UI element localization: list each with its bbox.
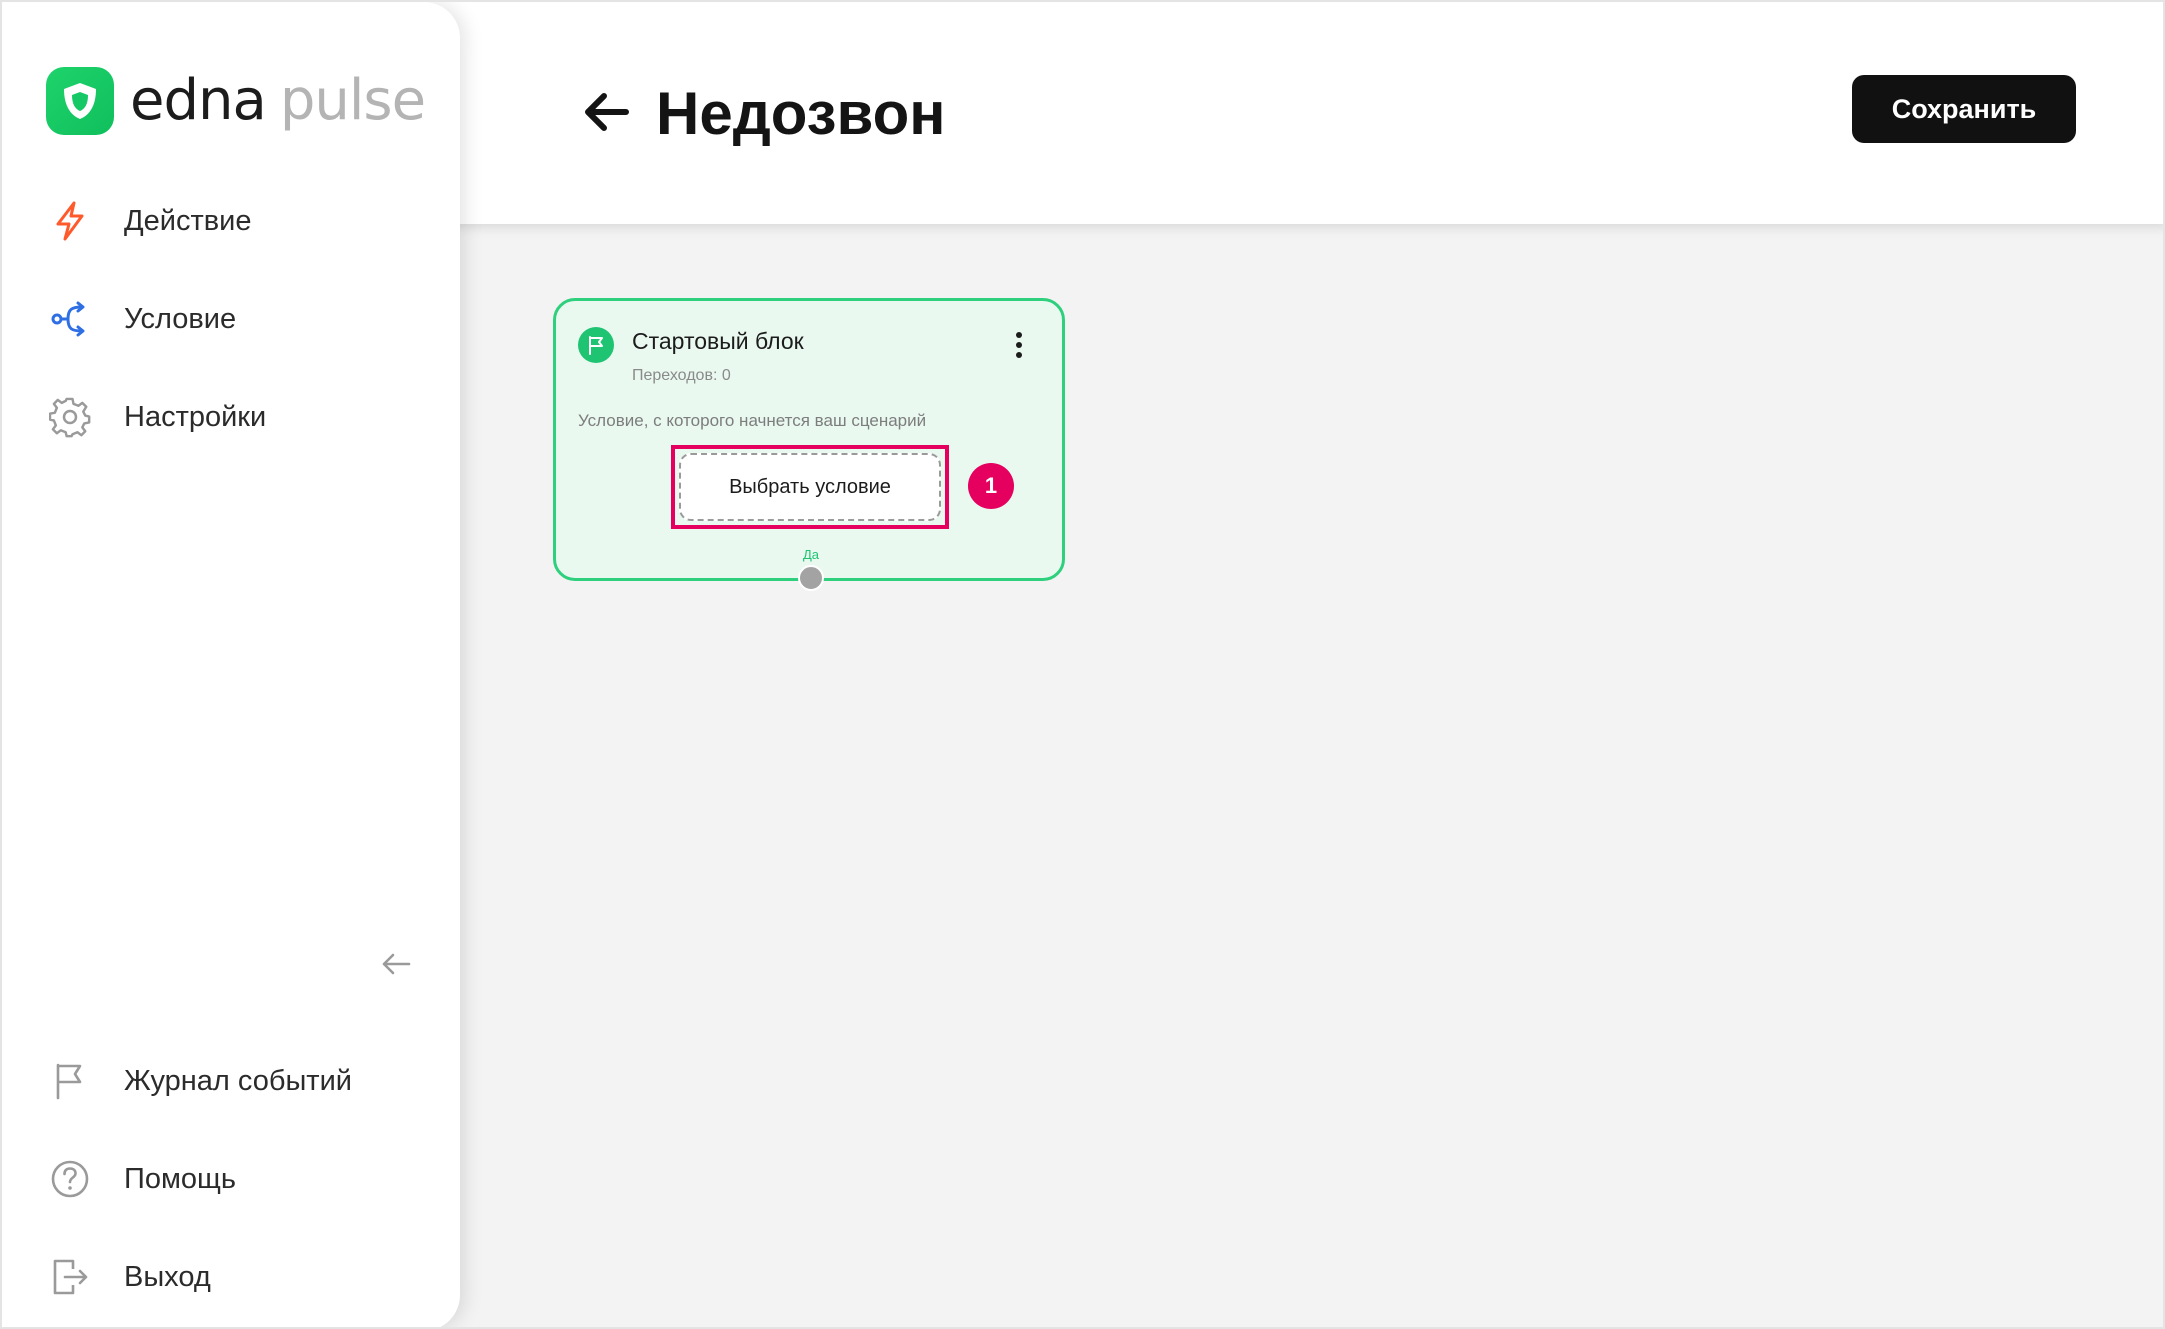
block-title: Стартовый блок — [632, 328, 804, 354]
sidebar: edna pulse Действие Условие Настройки Жу… — [2, 2, 460, 1327]
logout-icon — [48, 1255, 92, 1299]
sidebar-nav-bottom: Журнал событий Помощь Выход — [2, 1032, 460, 1326]
block-transitions: Переходов: 0 — [632, 367, 731, 384]
start-block[interactable]: Стартовый блок Переходов: 0 Условие, с к… — [553, 298, 1065, 591]
sidebar-item-label: Условие — [124, 302, 237, 335]
port-label: Да — [802, 547, 820, 562]
sidebar-item-label: Помощь — [124, 1162, 237, 1195]
annotation-badge: 1 — [968, 463, 1014, 509]
flag-icon — [48, 1059, 92, 1103]
save-button[interactable]: Сохранить — [1852, 75, 2076, 143]
sidebar-item-logout[interactable]: Выход — [2, 1228, 460, 1326]
page-header: Недозвон Сохранить — [422, 2, 2163, 224]
more-vertical-icon[interactable] — [1004, 327, 1034, 363]
arrow-left-icon — [582, 90, 630, 139]
sidebar-item-settings[interactable]: Настройки — [2, 368, 460, 466]
help-icon — [48, 1157, 92, 1201]
sidebar-item-label: Журнал событий — [124, 1064, 352, 1097]
arrow-left-icon — [381, 952, 411, 981]
sidebar-item-condition[interactable]: Условие — [2, 270, 460, 368]
sidebar-item-help[interactable]: Помощь — [2, 1130, 460, 1228]
choose-condition-button[interactable]: Выбрать условие — [679, 453, 941, 521]
block-description: Условие, с которого начнется ваш сценари… — [578, 411, 927, 430]
sidebar-item-label: Выход — [124, 1260, 211, 1293]
brand-logo: edna pulse — [46, 66, 426, 136]
collapse-sidebar-button[interactable] — [376, 946, 416, 986]
branch-icon — [48, 297, 92, 341]
lightning-icon — [48, 199, 92, 243]
sidebar-nav-top: Действие Условие Настройки — [2, 172, 460, 466]
edna-logo-icon — [46, 67, 114, 135]
sidebar-item-action[interactable]: Действие — [2, 172, 460, 270]
sidebar-item-event-log[interactable]: Журнал событий — [2, 1032, 460, 1130]
brand-name: edna pulse — [130, 68, 426, 133]
sidebar-item-label: Действие — [124, 204, 252, 237]
output-port[interactable] — [798, 565, 824, 591]
back-button[interactable] — [578, 86, 634, 142]
sidebar-item-label: Настройки — [124, 400, 267, 433]
app-window: edna pulse Действие Условие Настройки Жу… — [0, 0, 2165, 1329]
flag-icon — [578, 327, 614, 363]
page-title: Недозвон — [656, 80, 946, 147]
gear-icon — [48, 395, 92, 439]
